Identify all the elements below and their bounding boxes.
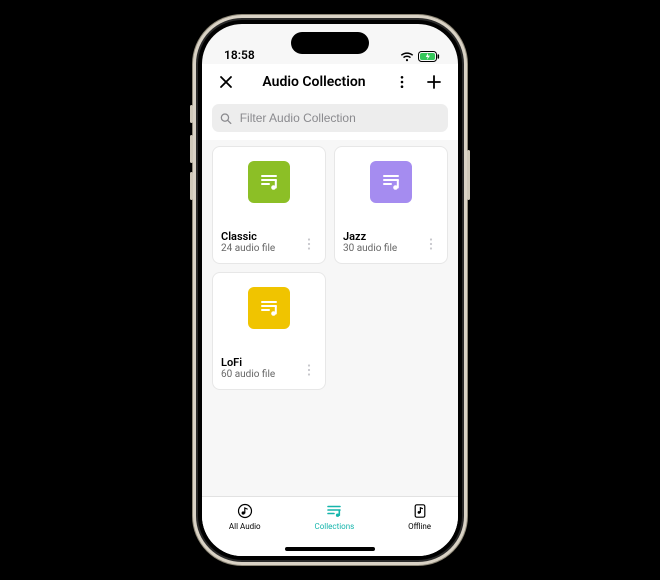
music-note-icon — [236, 502, 254, 520]
page-title: Audio Collection — [246, 74, 382, 90]
more-vertical-icon — [425, 237, 437, 251]
screen: 18:58 — [202, 24, 458, 556]
more-vertical-icon — [303, 363, 315, 377]
home-indicator — [285, 547, 375, 551]
add-button[interactable] — [422, 70, 446, 94]
collection-more-button[interactable] — [423, 236, 439, 255]
collection-title: Jazz — [343, 230, 397, 243]
collection-card[interactable]: LoFi 60 audio file — [212, 272, 326, 390]
collection-subtitle: 24 audio file — [221, 243, 275, 255]
header: Audio Collection — [202, 64, 458, 100]
collection-card[interactable]: Jazz 30 audio file — [334, 146, 448, 264]
collection-more-button[interactable] — [301, 362, 317, 381]
collection-thumb — [248, 161, 290, 203]
more-vertical-icon — [395, 75, 409, 89]
more-button[interactable] — [390, 70, 414, 94]
silence-switch — [190, 105, 193, 123]
collection-more-button[interactable] — [301, 236, 317, 255]
tab-collections[interactable]: Collections — [314, 502, 354, 531]
collection-subtitle: 30 audio file — [343, 243, 397, 255]
dynamic-island — [291, 32, 369, 54]
close-button[interactable] — [214, 70, 238, 94]
status-time: 18:58 — [224, 48, 255, 62]
wifi-icon — [400, 52, 414, 62]
collection-title: LoFi — [221, 356, 275, 369]
close-icon — [218, 74, 234, 90]
tab-offline[interactable]: Offline — [408, 502, 431, 531]
volume-down-button — [190, 172, 193, 200]
tab-label: Offline — [408, 522, 431, 531]
playlist-icon — [258, 171, 280, 193]
search-icon — [220, 112, 232, 125]
collection-subtitle: 60 audio file — [221, 369, 275, 381]
power-button — [467, 150, 470, 200]
phone-frame: 18:58 — [198, 20, 462, 560]
search-wrap — [202, 100, 458, 140]
playlist-icon — [325, 502, 343, 520]
playlist-icon — [380, 171, 402, 193]
more-vertical-icon — [303, 237, 315, 251]
collection-thumb — [248, 287, 290, 329]
volume-up-button — [190, 135, 193, 163]
content: Classic 24 audio file — [202, 140, 458, 496]
tab-all-audio[interactable]: All Audio — [229, 502, 261, 531]
offline-icon — [411, 502, 429, 520]
search-input[interactable] — [238, 110, 440, 126]
tab-label: All Audio — [229, 522, 261, 531]
collections-grid: Classic 24 audio file — [212, 146, 448, 390]
battery-icon — [418, 51, 440, 62]
collection-thumb — [370, 161, 412, 203]
collection-title: Classic — [221, 230, 275, 243]
plus-icon — [426, 74, 442, 90]
tab-label: Collections — [314, 522, 354, 531]
collection-card[interactable]: Classic 24 audio file — [212, 146, 326, 264]
search-bar[interactable] — [212, 104, 448, 132]
playlist-icon — [258, 297, 280, 319]
